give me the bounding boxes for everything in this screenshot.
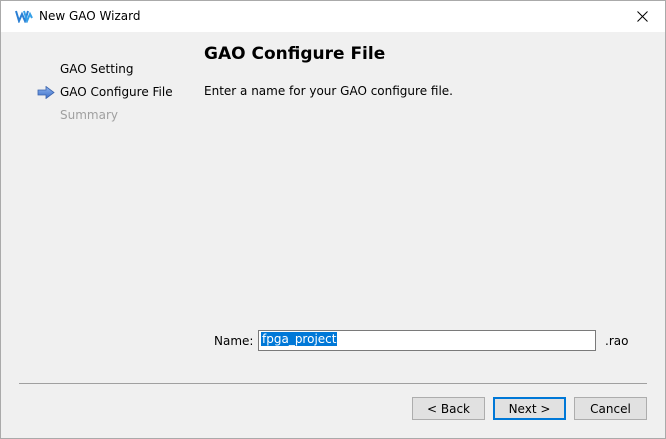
footer-divider — [19, 383, 647, 384]
next-button[interactable]: Next > — [493, 397, 566, 420]
page-title: GAO Configure File — [204, 44, 386, 64]
step-gao-configure-file: GAO Configure File — [37, 84, 173, 107]
wizard-steps: GAO Setting GAO Configure File Summary — [37, 61, 173, 130]
close-button[interactable] — [619, 1, 665, 32]
name-input[interactable]: fpga_project — [258, 330, 596, 351]
step-summary: Summary — [37, 107, 173, 130]
window-title: New GAO Wizard — [39, 9, 141, 23]
back-button[interactable]: < Back — [412, 397, 485, 420]
step-gao-setting: GAO Setting — [37, 61, 173, 84]
step-label: Summary — [60, 108, 118, 122]
extension-label: .rao — [605, 334, 629, 348]
page-description: Enter a name for your GAO configure file… — [204, 84, 453, 98]
title-bar: New GAO Wizard — [1, 1, 665, 32]
name-input-value: fpga_project — [261, 332, 338, 346]
cancel-button[interactable]: Cancel — [574, 397, 647, 420]
step-label: GAO Setting — [60, 62, 134, 76]
gowin-logo-icon — [15, 10, 33, 23]
name-label: Name: — [214, 334, 254, 348]
arrow-right-icon — [37, 86, 55, 99]
close-icon — [636, 11, 648, 22]
step-label: GAO Configure File — [60, 85, 173, 99]
wizard-window: New GAO Wizard GAO Setting GAO Configure… — [0, 0, 666, 439]
